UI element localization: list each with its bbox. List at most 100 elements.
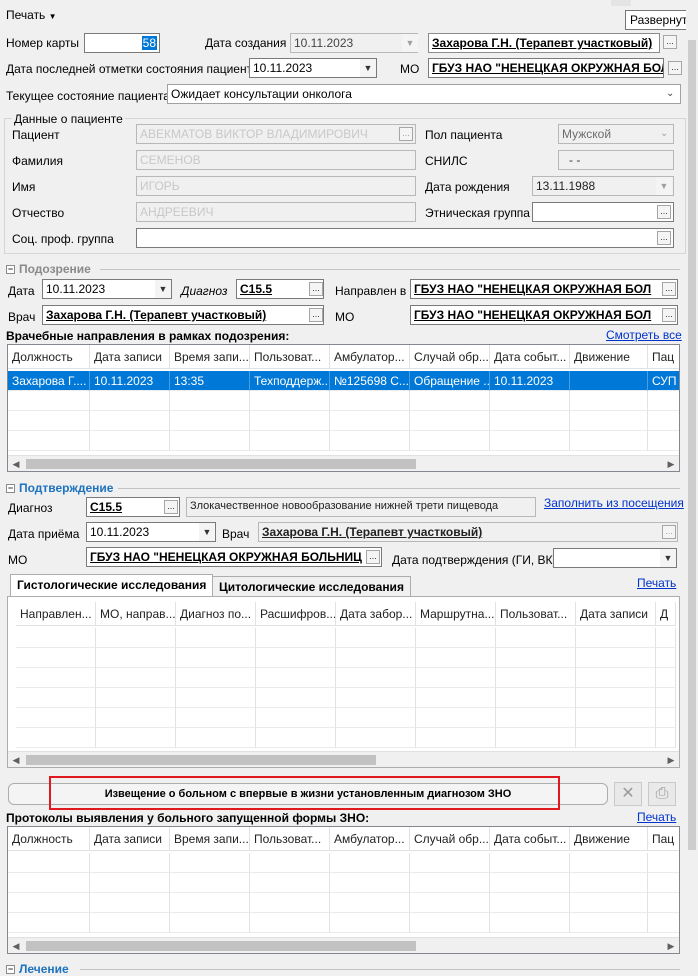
column-header[interactable]: Пац <box>648 827 679 851</box>
column-header[interactable]: Амбулатор... <box>330 827 410 851</box>
column-header[interactable]: Направлен... <box>16 602 96 626</box>
social-group-field[interactable] <box>136 228 674 248</box>
scroll-thumb[interactable] <box>26 755 376 765</box>
visit-date-field[interactable]: 10.11.2023 <box>86 522 216 542</box>
column-header[interactable]: Пользоват... <box>496 602 576 626</box>
referrals-table[interactable]: Должность Дата записи Время запи... Поль… <box>7 344 680 472</box>
tab-histology[interactable]: Гистологические исследования <box>10 574 214 596</box>
column-header[interactable]: Диагноз по... <box>176 602 256 626</box>
ethnic-group-field[interactable] <box>532 202 674 222</box>
column-header[interactable]: Д <box>656 602 676 626</box>
ellipsis-icon[interactable]: ... <box>657 205 671 219</box>
scroll-right-icon[interactable]: ▶ <box>663 752 679 767</box>
ellipsis-icon[interactable]: ... <box>663 35 677 49</box>
chevron-down-icon[interactable]: ▼ <box>155 280 171 298</box>
column-header[interactable]: Случай обр... <box>410 345 490 369</box>
confirm-mo-field[interactable]: ГБУЗ НАО "НЕНЕЦКАЯ ОКРУЖНАЯ БОЛЬНИЦ <box>86 547 382 567</box>
ellipsis-icon: ... <box>399 127 413 141</box>
expand-handle[interactable] <box>611 0 631 6</box>
header-doctor-field[interactable]: Захарова Г.Н. (Терапевт участковый) <box>428 33 660 53</box>
print-menu[interactable]: Печать ▼ <box>6 8 57 22</box>
column-header[interactable]: Должность <box>8 345 90 369</box>
column-header[interactable]: Пац <box>648 345 679 369</box>
suspicion-date-label: Дата <box>8 284 35 298</box>
horizontal-scrollbar[interactable]: ◀ ▶ <box>8 751 679 767</box>
column-header[interactable]: Время запи... <box>170 345 250 369</box>
view-all-link[interactable]: Смотреть все <box>606 328 682 342</box>
chevron-down-icon[interactable]: ▼ <box>199 523 215 541</box>
suspicion-doctor-field[interactable]: Захарова Г.Н. (Терапевт участковый) <box>42 305 324 325</box>
column-header[interactable]: Дата забор... <box>336 602 416 626</box>
suspicion-title: Подозрение <box>19 262 91 276</box>
column-header[interactable]: Амбулатор... <box>330 345 410 369</box>
suspicion-section-header[interactable]: − Подозрение <box>6 262 91 276</box>
patronymic-field: АНДРЕЕВИЧ <box>136 202 416 222</box>
ellipsis-icon[interactable]: ... <box>657 231 671 245</box>
confirm-date-select[interactable] <box>553 548 677 568</box>
protocols-print-link[interactable]: Печать <box>637 810 676 824</box>
column-header[interactable]: Дата записи <box>90 345 170 369</box>
column-header[interactable]: МО, направ... <box>96 602 176 626</box>
scroll-left-icon[interactable]: ◀ <box>8 938 24 953</box>
delete-icon[interactable]: ✕ <box>614 782 642 806</box>
ellipsis-icon[interactable]: ... <box>309 308 323 322</box>
column-header[interactable]: Дата событ... <box>490 345 570 369</box>
column-header[interactable]: Дата записи <box>90 827 170 851</box>
created-date-field: 10.11.2023 <box>290 33 418 53</box>
fill-from-visit-link[interactable]: Заполнить из посещения <box>544 496 684 510</box>
treatment-section-header[interactable]: − Лечение <box>6 962 69 976</box>
last-mark-field[interactable]: 10.11.2023 <box>249 58 377 78</box>
ellipsis-icon[interactable]: ... <box>164 500 178 514</box>
table-cell: СУП <box>648 371 679 391</box>
table-row-empty <box>8 913 679 933</box>
scroll-thumb[interactable] <box>26 941 416 951</box>
suspicion-date-field[interactable]: 10.11.2023 <box>42 279 172 299</box>
chevron-down-icon: ▼ <box>402 34 418 52</box>
column-header[interactable]: Пользоват... <box>250 345 330 369</box>
horizontal-scrollbar[interactable]: ◀ ▶ <box>8 455 679 471</box>
vertical-scroll-thumb[interactable] <box>688 40 696 850</box>
column-header[interactable]: Движение <box>570 345 648 369</box>
scroll-right-icon[interactable]: ▶ <box>663 938 679 953</box>
scroll-left-icon[interactable]: ◀ <box>8 456 24 471</box>
printer-icon[interactable]: ⎙ <box>648 782 676 806</box>
column-header[interactable]: Дата записи <box>576 602 656 626</box>
ellipsis-icon[interactable]: ... <box>662 282 676 296</box>
sent-to-field[interactable]: ГБУЗ НАО "НЕНЕЦКАЯ ОКРУЖНАЯ БОЛ <box>410 279 678 299</box>
confirm-print-link[interactable]: Печать <box>637 576 676 590</box>
confirm-diagnosis-label: Диагноз <box>8 501 53 515</box>
ellipsis-icon[interactable]: ... <box>668 61 682 75</box>
histology-table[interactable]: Направлен... МО, направ... Диагноз по...… <box>7 596 680 768</box>
header-mo-label: МО <box>400 62 420 76</box>
scroll-left-icon[interactable]: ◀ <box>8 752 24 767</box>
chevron-down-icon[interactable]: ▼ <box>660 549 676 567</box>
column-header[interactable]: Время запи... <box>170 827 250 851</box>
table-cell: Обращение ... <box>410 371 490 391</box>
state-select[interactable]: Ожидает консультации онколога <box>167 84 681 104</box>
table-row[interactable]: Захарова Г.... 10.11.2023 13:35 Техподде… <box>8 371 679 391</box>
ellipsis-icon[interactable]: ... <box>662 308 676 322</box>
suspicion-mo-field[interactable]: ГБУЗ НАО "НЕНЕЦКАЯ ОКРУЖНАЯ БОЛ <box>410 305 678 325</box>
scroll-thumb[interactable] <box>26 459 416 469</box>
collapse-icon[interactable]: − <box>6 484 15 493</box>
column-header[interactable]: Случай обр... <box>410 827 490 851</box>
card-number-field[interactable]: 58 <box>84 33 160 53</box>
column-header[interactable]: Пользоват... <box>250 827 330 851</box>
horizontal-scrollbar[interactable]: ◀ ▶ <box>8 937 679 953</box>
ellipsis-icon[interactable]: ... <box>366 550 380 564</box>
chevron-down-icon[interactable]: ▼ <box>360 59 376 77</box>
protocols-table[interactable]: Должность Дата записи Время запи... Поль… <box>7 826 680 954</box>
vertical-scrollbar[interactable] <box>686 0 698 973</box>
suspicion-doctor-label: Врач <box>8 310 36 324</box>
column-header[interactable]: Маршрутна... <box>416 602 496 626</box>
collapse-icon[interactable]: − <box>6 265 15 274</box>
ellipsis-icon[interactable]: ... <box>309 282 323 296</box>
column-header[interactable]: Должность <box>8 827 90 851</box>
header-mo-field[interactable]: ГБУЗ НАО "НЕНЕЦКАЯ ОКРУЖНАЯ БОЛ <box>428 58 664 78</box>
column-header[interactable]: Движение <box>570 827 648 851</box>
column-header[interactable]: Расшифров... <box>256 602 336 626</box>
column-header[interactable]: Дата событ... <box>490 827 570 851</box>
tab-cytology[interactable]: Цитологические исследования <box>212 576 411 596</box>
confirmation-section-header[interactable]: − Подтверждение <box>6 481 113 495</box>
scroll-right-icon[interactable]: ▶ <box>663 456 679 471</box>
